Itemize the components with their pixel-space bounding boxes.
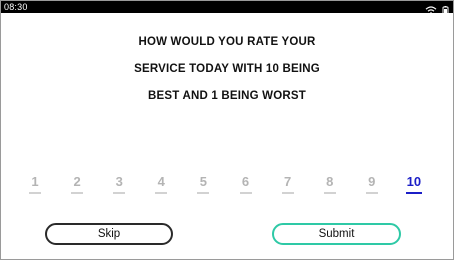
status-bar: 08:30 xyxy=(1,1,453,15)
wifi-icon xyxy=(425,2,437,20)
rating-option-underline xyxy=(71,192,84,194)
rating-option-underline xyxy=(281,192,294,194)
rating-option-1[interactable]: 1 xyxy=(23,174,47,194)
rating-option-2[interactable]: 2 xyxy=(65,174,89,194)
rating-option-underline xyxy=(29,192,41,194)
question-line-2: SERVICE TODAY WITH 10 BEING xyxy=(134,63,320,75)
skip-button-label: Skip xyxy=(97,228,121,240)
rating-option-3[interactable]: 3 xyxy=(107,174,131,194)
rating-question: HOW WOULD YOU RATE YOUR SERVICE TODAY WI… xyxy=(1,29,453,110)
rating-option-4[interactable]: 4 xyxy=(149,174,173,194)
question-line-1: HOW WOULD YOU RATE YOUR xyxy=(138,36,316,48)
rating-option-label: 2 xyxy=(73,174,81,189)
status-icons xyxy=(425,2,450,20)
battery-icon xyxy=(441,2,450,20)
submit-button-label: Submit xyxy=(318,228,355,240)
rating-option-5[interactable]: 5 xyxy=(191,174,215,194)
rating-option-label: 8 xyxy=(326,174,334,189)
rating-option-label: 4 xyxy=(157,174,165,189)
rating-option-8[interactable]: 8 xyxy=(318,174,342,194)
rating-option-label: 3 xyxy=(115,174,123,189)
rating-option-underline xyxy=(113,192,126,194)
status-time: 08:30 xyxy=(4,2,28,12)
rating-option-9[interactable]: 9 xyxy=(360,174,384,194)
rating-option-underline xyxy=(239,192,252,194)
rating-option-6[interactable]: 6 xyxy=(234,174,258,194)
rating-option-10[interactable]: 10 xyxy=(402,174,426,194)
rating-option-label: 1 xyxy=(31,174,39,189)
rating-option-underline xyxy=(197,192,210,194)
rating-option-label: 9 xyxy=(368,174,376,189)
question-line-3: BEST AND 1 BEING WORST xyxy=(148,90,306,102)
rating-option-label: 10 xyxy=(406,174,422,189)
submit-button[interactable]: Submit xyxy=(272,223,401,245)
rating-option-label: 5 xyxy=(199,174,207,189)
survey-screen: 08:30 HOW WOULD YOU RATE YOUR SERVICE TO… xyxy=(0,0,454,260)
rating-option-underline xyxy=(323,192,336,194)
rating-option-underline xyxy=(155,192,168,194)
skip-button[interactable]: Skip xyxy=(45,223,173,245)
rating-option-underline xyxy=(365,192,378,194)
rating-option-label: 7 xyxy=(283,174,292,189)
rating-option-underline xyxy=(405,192,422,194)
rating-option-label: 6 xyxy=(241,174,250,189)
rating-scale: 1 2 3 4 5 6 7 8 9 10 xyxy=(1,174,453,196)
rating-option-7[interactable]: 7 xyxy=(276,174,300,194)
